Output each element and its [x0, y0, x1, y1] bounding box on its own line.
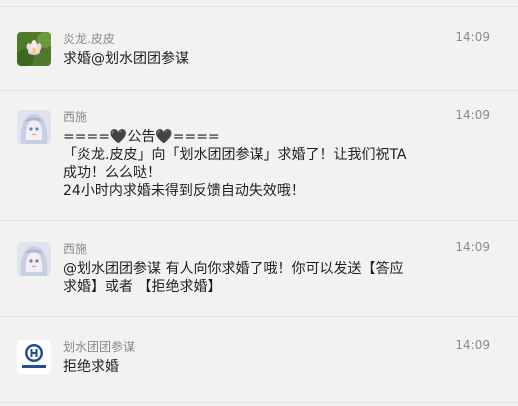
message-line: 拒绝求婚 — [63, 359, 119, 375]
sender-name[interactable]: 划水团团参谋 — [63, 338, 135, 355]
anime-girl-avatar-icon[interactable] — [17, 110, 51, 144]
message-time: 14:09 — [455, 30, 490, 44]
message-time: 14:09 — [455, 338, 490, 352]
message-text: ====🖤公告🖤==== 「炎龙.皮皮」向「划水团团参谋」求婚了！让我们祝TA … — [63, 128, 463, 200]
team-logo-avatar-icon[interactable] — [17, 340, 51, 374]
sender-name[interactable]: 西施 — [63, 108, 87, 125]
anime-girl-avatar-icon[interactable] — [17, 242, 51, 276]
message-line: @划水团团参谋 有人向你求婚了哦！你可以发送【答应 — [63, 261, 404, 277]
message-time: 14:09 — [455, 240, 490, 254]
message-divider — [0, 402, 518, 403]
message-line: 求婚】或者 【拒绝求婚】 — [63, 279, 222, 295]
message-divider — [0, 316, 518, 317]
message-line: 求婚@划水团团参谋 — [63, 51, 189, 67]
lotus-avatar-icon[interactable] — [17, 32, 51, 66]
message-line: 成功！么么哒！ — [63, 165, 161, 181]
message-divider — [0, 6, 518, 7]
message-divider — [0, 220, 518, 221]
message-time: 14:09 — [455, 108, 490, 122]
message-line: ====🖤公告🖤==== — [63, 129, 220, 145]
message-text: 求婚@划水团团参谋 — [63, 50, 463, 68]
message-line: 「炎龙.皮皮」向「划水团团参谋」求婚了！让我们祝TA — [63, 147, 407, 163]
message-line: 24小时内求婚未得到反馈自动失效哦！ — [63, 183, 305, 199]
message-text: @划水团团参谋 有人向你求婚了哦！你可以发送【答应 求婚】或者 【拒绝求婚】 — [63, 260, 463, 296]
message-text: 拒绝求婚 — [63, 358, 463, 376]
sender-name[interactable]: 炎龙.皮皮 — [63, 30, 115, 47]
sender-name[interactable]: 西施 — [63, 240, 87, 257]
message-divider — [0, 90, 518, 91]
chat-feed: 炎龙.皮皮 14:09 求婚@划水团团参谋 西施 14:09 ====🖤公告🖤=… — [0, 0, 518, 406]
